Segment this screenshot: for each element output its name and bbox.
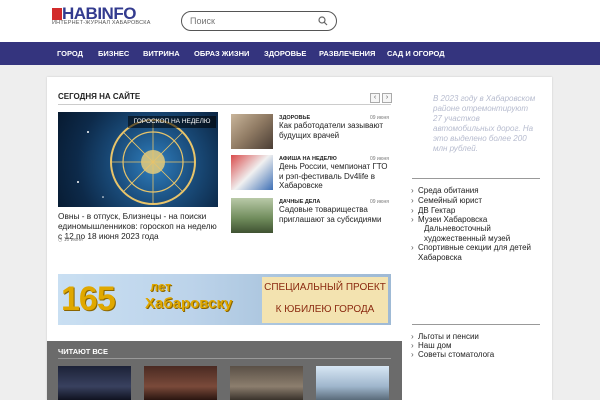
- carousel-next-button[interactable]: ›: [382, 93, 392, 103]
- sidebar-link[interactable]: Спортивные секции для детей Хабаровска: [418, 243, 540, 262]
- bullet-icon: ›: [411, 243, 414, 252]
- section-title-today: СЕГОДНЯ НА САЙТЕ: [58, 92, 141, 101]
- read-all-thumb[interactable]: [230, 366, 303, 400]
- banner-project-line2: К ЮБИЛЕЮ ГОРОДА: [275, 304, 375, 315]
- read-all-thumb[interactable]: [144, 366, 217, 400]
- section-divider: [58, 104, 391, 105]
- main-nav: ГОРОД БИЗНЕС ВИТРИНА ОБРАЗ ЖИЗНИ ЗДОРОВЬ…: [0, 42, 600, 65]
- bullet-icon: ›: [411, 215, 414, 224]
- sidebar-link[interactable]: Советы стоматолога: [418, 350, 494, 360]
- read-all-thumb[interactable]: [316, 366, 389, 400]
- banner-project-line1: СПЕЦИАЛЬНЫЙ ПРОЕКТ: [264, 282, 386, 293]
- sidebar-quote: В 2023 году в Хабаровском районе отремон…: [433, 94, 536, 153]
- sidebar-sublink[interactable]: Дальневосточный художественный музей: [424, 224, 539, 243]
- nav-item-health[interactable]: ЗДОРОВЬЕ: [264, 42, 306, 65]
- news-title-link[interactable]: День России, чемпионат ГТО и рэп-фестива…: [279, 162, 391, 191]
- bullet-icon: ›: [411, 341, 414, 350]
- sidebar-divider: [412, 178, 540, 179]
- site-tagline: ИНТЕРНЕТ-ЖУРНАЛ ХАБАРОВСКА: [52, 20, 151, 26]
- banner-word: лет: [150, 279, 172, 294]
- bullet-icon: ›: [411, 196, 414, 205]
- news-thumb[interactable]: [231, 114, 273, 149]
- nav-item-showcase[interactable]: ВИТРИНА: [143, 42, 180, 65]
- bullet-icon: ›: [411, 206, 414, 215]
- nav-item-entertainment[interactable]: РАЗВЛЕЧЕНИЯ: [319, 42, 375, 65]
- banner-city: Хабаровску: [145, 295, 233, 312]
- carousel-prev-button[interactable]: ‹: [370, 93, 380, 103]
- section-divider: [58, 358, 391, 359]
- news-title-link[interactable]: Как работодатели зазывают будущих врачей: [279, 121, 391, 140]
- logo-mark-icon[interactable]: [52, 8, 62, 20]
- sidebar-link[interactable]: Семейный юрист: [418, 196, 482, 206]
- search-box: [181, 11, 337, 31]
- read-all-thumb[interactable]: [58, 366, 131, 400]
- bullet-icon: ›: [411, 350, 414, 359]
- nav-item-business[interactable]: БИЗНЕС: [98, 42, 129, 65]
- section-title-read-all: ЧИТАЮТ ВСЕ: [58, 347, 108, 356]
- nav-item-lifestyle[interactable]: ОБРАЗ ЖИЗНИ: [194, 42, 249, 65]
- bullet-icon: ›: [411, 332, 414, 341]
- bullet-icon: ›: [411, 186, 414, 195]
- news-thumb[interactable]: [231, 198, 273, 233]
- nav-item-city[interactable]: ГОРОД: [57, 42, 83, 65]
- sidebar-link[interactable]: Среда обитания: [418, 186, 479, 196]
- news-thumb[interactable]: [231, 155, 273, 190]
- search-input[interactable]: [190, 13, 310, 29]
- banner-number: 165: [61, 280, 116, 318]
- sidebar-divider: [412, 324, 540, 325]
- main-date: ◷ 10 июня: [58, 237, 83, 243]
- search-icon[interactable]: [318, 16, 328, 26]
- news-title-link[interactable]: Садовые товарищества приглашают за субси…: [279, 205, 391, 224]
- category-badge[interactable]: ГОРОСКОП НА НЕДЕЛЮ: [128, 116, 216, 128]
- nav-item-garden[interactable]: САД И ОГОРОД: [387, 42, 445, 65]
